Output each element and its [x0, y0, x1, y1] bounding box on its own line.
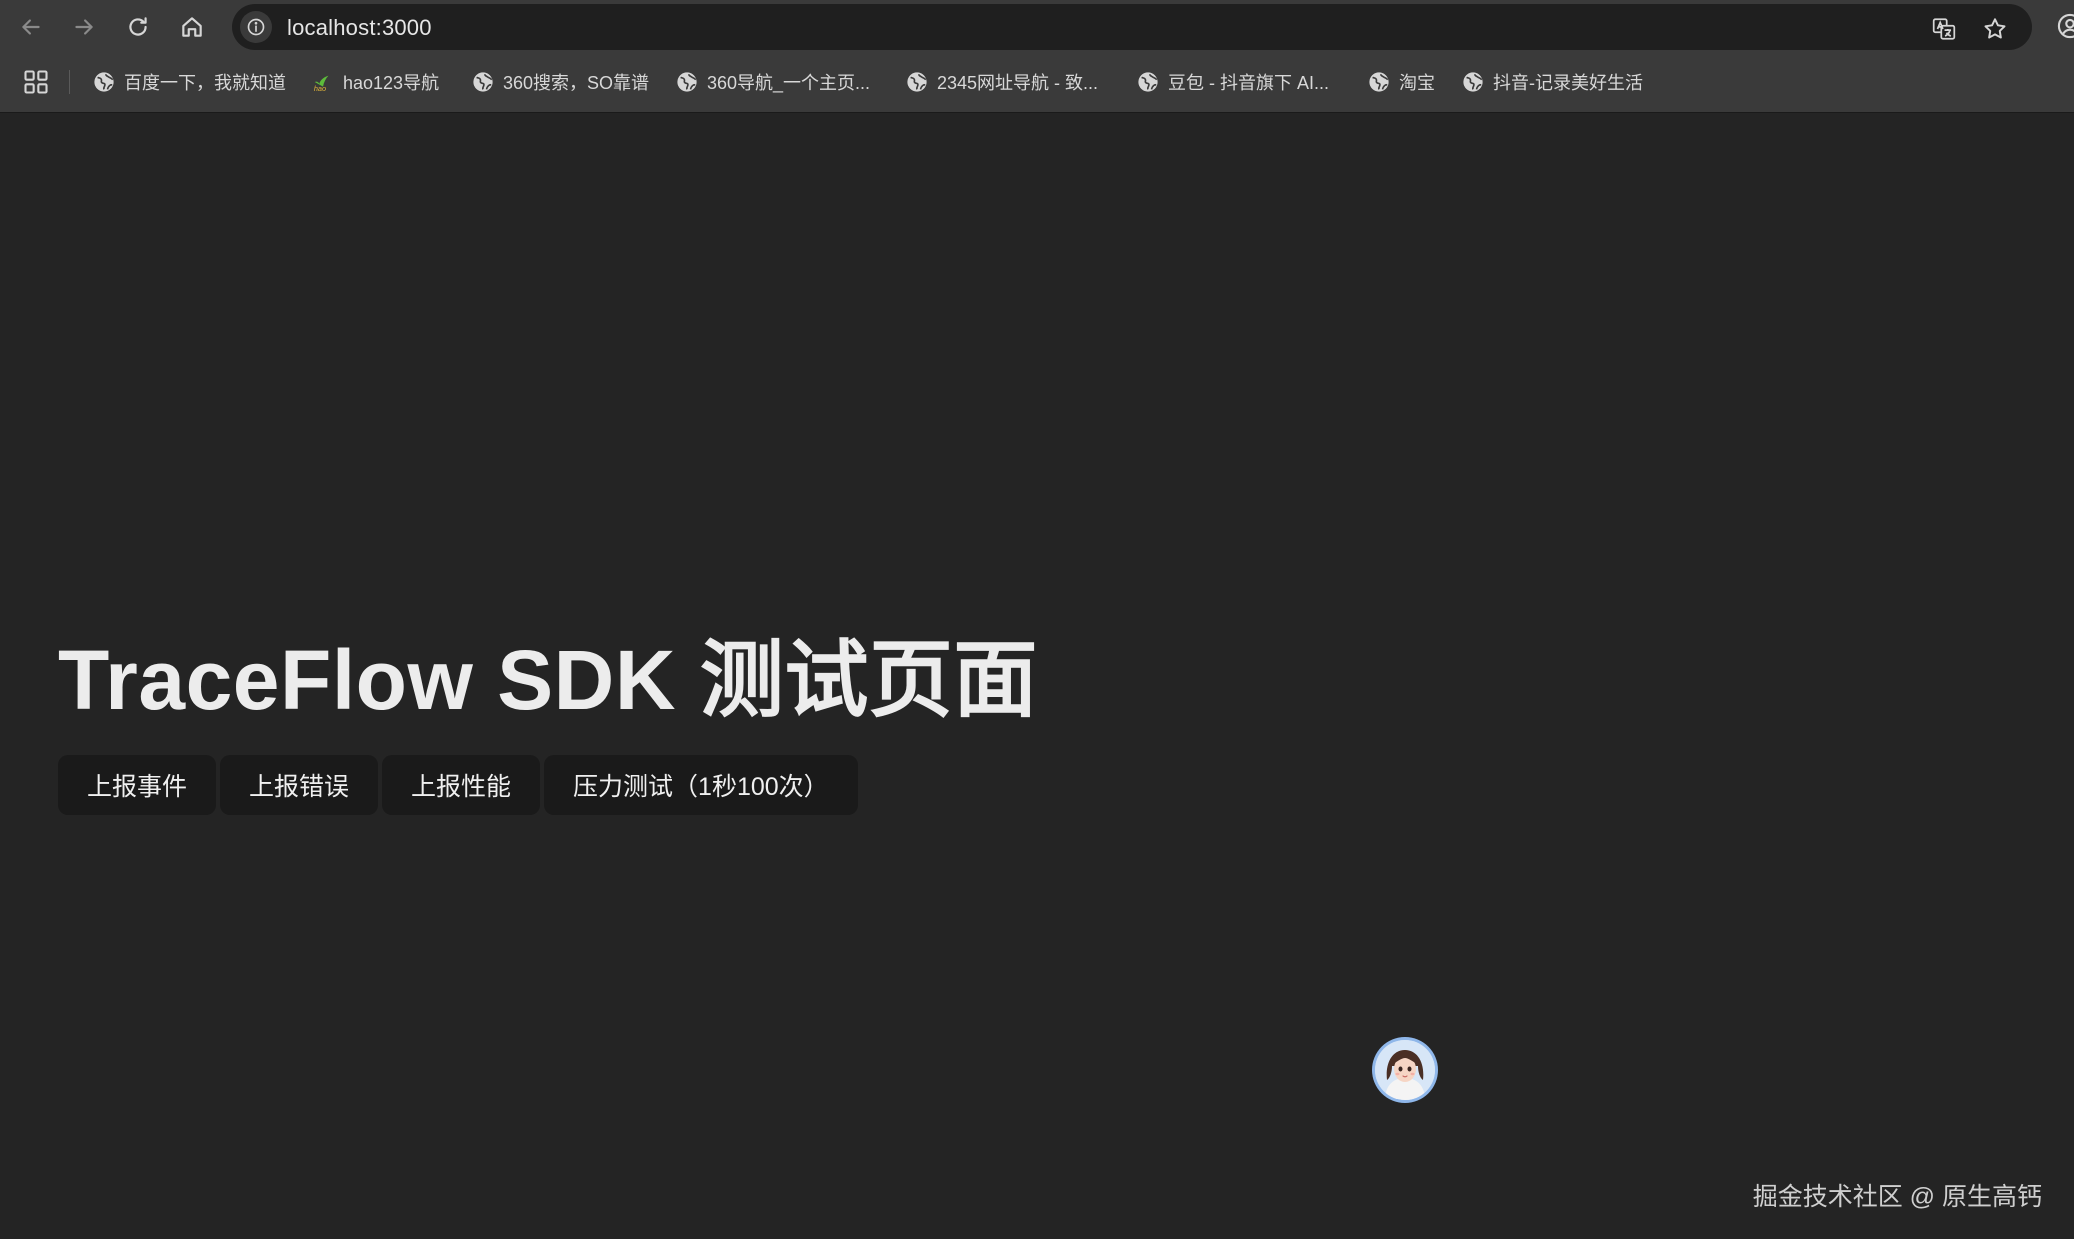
bookmarks-bar: 百度一下，我就知道 hao hao123导航 360搜索，SO靠谱 360导航_… [0, 62, 2074, 102]
home-button[interactable] [173, 8, 211, 46]
reload-button[interactable] [119, 8, 157, 46]
bookmark-label: hao123导航 [343, 73, 440, 93]
globe-icon [677, 72, 697, 92]
bookmark-label: 百度一下，我就知道 [124, 73, 286, 93]
bookmark-item[interactable]: 百度一下，我就知道 [93, 66, 286, 98]
profile-icon[interactable] [2056, 12, 2074, 40]
arrow-right-icon [75, 19, 93, 35]
bookmark-label: 360搜索，SO靠谱 [503, 73, 650, 93]
bookmark-item[interactable]: 抖音-记录美好生活 [1462, 66, 1643, 98]
bookmark-label: 淘宝 [1399, 73, 1435, 93]
site-info-icon[interactable] [240, 11, 272, 43]
bookmark-label: 360导航_一个主页... [707, 73, 871, 93]
stress-test-button[interactable]: 压力测试（1秒100次） [544, 755, 858, 815]
bookmark-label: 2345网址导航 - 致... [937, 73, 1099, 93]
action-button-row: 上报事件 上报错误 上报性能 压力测试（1秒100次） [58, 755, 858, 815]
bookmark-item[interactable]: 淘宝 [1368, 66, 1435, 98]
arrow-left-icon [22, 19, 40, 35]
watermark-text: 掘金技术社区 @ 原生高钙 [1752, 1183, 2042, 1211]
home-icon [182, 17, 202, 37]
globe-icon [1369, 72, 1389, 92]
bookmark-star-icon[interactable] [1980, 14, 2010, 44]
globe-icon [473, 72, 493, 92]
bookmark-label: 抖音-记录美好生活 [1493, 73, 1643, 93]
report-error-button[interactable]: 上报错误 [220, 755, 379, 815]
reload-icon [129, 17, 147, 36]
translate-icon[interactable] [1929, 14, 1959, 44]
bookmarks-divider [69, 70, 70, 94]
report-performance-button[interactable]: 上报性能 [382, 755, 541, 815]
bookmark-item[interactable]: 豆包 - 抖音旗下 AI... [1137, 66, 1329, 98]
globe-icon [907, 72, 927, 92]
report-event-button[interactable]: 上报事件 [58, 755, 217, 815]
hao123-icon: hao [314, 75, 329, 93]
globe-icon [1138, 72, 1158, 92]
page-title: TraceFlow SDK 测试页面 [58, 633, 1038, 727]
bookmark-item[interactable]: hao hao123导航 [312, 66, 439, 98]
forward-button[interactable] [65, 8, 103, 46]
bookmark-item[interactable]: 360搜索，SO靠谱 [472, 66, 649, 98]
apps-grid-icon[interactable] [22, 68, 50, 96]
globe-icon [1463, 72, 1483, 92]
svg-text:hao: hao [314, 84, 326, 93]
bookmark-item[interactable]: 360导航_一个主页... [676, 66, 870, 98]
url-text[interactable]: localhost:3000 [287, 15, 432, 41]
assistant-avatar[interactable] [1375, 1040, 1435, 1100]
page-content: TraceFlow SDK 测试页面 上报事件 上报错误 上报性能 压力测试（1… [0, 113, 2074, 1239]
address-bar[interactable]: localhost:3000 [232, 4, 2032, 50]
back-button[interactable] [12, 8, 50, 46]
bookmark-label: 豆包 - 抖音旗下 AI... [1168, 73, 1330, 93]
browser-chrome: localhost:3000 百度一下，我就知道 hao hao123导航 36… [0, 0, 2074, 113]
browser-toolbar: localhost:3000 [0, 0, 2074, 52]
bookmark-item[interactable]: 2345网址导航 - 致... [906, 66, 1098, 98]
girl-avatar-icon [1375, 1040, 1435, 1100]
globe-icon [94, 72, 114, 92]
